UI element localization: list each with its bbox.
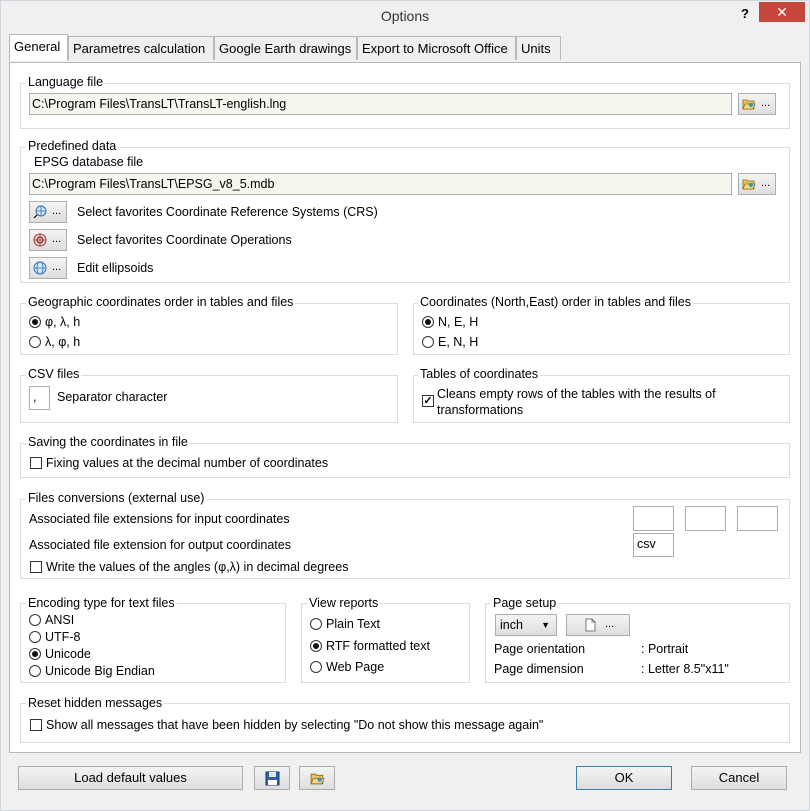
geo-order-opt2-label: λ, φ, h <box>45 335 81 349</box>
cancel-button[interactable]: Cancel <box>691 766 787 790</box>
report-rtf-label: RTF formatted text <box>326 639 430 653</box>
options-window: Options ? ✕ General Parametres calculati… <box>0 0 810 811</box>
close-button[interactable]: ✕ <box>759 2 805 22</box>
globe-ellipsoid-icon <box>33 261 47 275</box>
dimension-label: Page dimension <box>494 662 584 676</box>
encoding-unicode-be-radio[interactable] <box>29 665 41 677</box>
report-plain-text-radio[interactable] <box>310 618 322 630</box>
encoding-group-label: Encoding type for text files <box>26 596 177 610</box>
encoding-utf8-label: UTF-8 <box>45 630 81 644</box>
browse-dots: ... <box>605 618 615 630</box>
tab-general[interactable]: General <box>9 34 68 61</box>
globe-operations-icon <box>33 233 47 247</box>
load-default-values-button[interactable]: Load default values <box>18 766 243 790</box>
ne-order-neh-radio[interactable] <box>422 316 434 328</box>
encoding-ansi-label: ANSI <box>45 613 75 627</box>
encoding-unicode-label: Unicode <box>45 647 91 661</box>
report-web-page-label: Web Page <box>326 660 385 674</box>
open-button[interactable] <box>299 766 335 790</box>
input-extensions-label: Associated file extensions for input coo… <box>29 512 290 526</box>
show-all-messages-label: Show all messages that have been hidden … <box>46 718 544 732</box>
conversions-group-label: Files conversions (external use) <box>26 491 207 505</box>
operations-label: Select favorites Coordinate Operations <box>77 233 292 247</box>
general-panel: Language file C:\Program Files\TransLT\T… <box>9 62 801 753</box>
tables-group-label: Tables of coordinates <box>418 367 541 381</box>
ne-order-enh-radio[interactable] <box>422 336 434 348</box>
reports-group-label: View reports <box>307 596 381 610</box>
epsg-label: EPSG database file <box>34 155 144 169</box>
page-unit-value: inch <box>500 618 523 632</box>
encoding-unicode-radio[interactable] <box>29 648 41 660</box>
page-unit-select[interactable]: inch ▼ <box>495 614 557 636</box>
report-rtf-radio[interactable] <box>310 640 322 652</box>
separator-label: Separator character <box>57 390 168 404</box>
dimension-value: : Letter 8.5"x11" <box>641 662 729 676</box>
language-browse-button[interactable]: ... <box>738 93 776 115</box>
language-file-field[interactable]: C:\Program Files\TransLT\TransLT-english… <box>29 93 732 115</box>
input-extension-2[interactable] <box>685 506 726 531</box>
epsg-browse-button[interactable]: ... <box>738 173 776 195</box>
predefined-group-label: Predefined data <box>26 139 119 153</box>
report-plain-text-label: Plain Text <box>326 617 380 631</box>
tab-parametres-calculation[interactable]: Parametres calculation <box>68 36 214 60</box>
ellipsoids-button[interactable]: ... <box>29 257 67 279</box>
reset-group-label: Reset hidden messages <box>26 696 165 710</box>
save-button[interactable] <box>254 766 290 790</box>
browse-dots: ... <box>761 97 771 109</box>
geo-order-label: Geographic coordinates order in tables a… <box>26 295 296 309</box>
tab-google-earth-drawings[interactable]: Google Earth drawings <box>214 36 357 60</box>
input-extension-1[interactable] <box>633 506 674 531</box>
globe-crs-icon <box>33 205 47 219</box>
floppy-disk-icon <box>265 771 280 786</box>
output-extension-label: Associated file extension for output coo… <box>29 538 291 552</box>
language-group-label: Language file <box>26 75 106 89</box>
encoding-utf8-radio[interactable] <box>29 631 41 643</box>
clean-empty-rows-checkbox[interactable]: ✓ <box>422 395 434 407</box>
page-icon <box>585 618 596 632</box>
show-all-messages-checkbox[interactable] <box>30 719 42 731</box>
fixing-values-label: Fixing values at the decimal number of c… <box>46 456 329 470</box>
input-extension-3[interactable] <box>737 506 778 531</box>
separator-input[interactable]: , <box>29 386 50 410</box>
page-setup-label: Page setup <box>491 596 559 610</box>
page-setup-button[interactable]: ... <box>566 614 630 636</box>
crs-label: Select favorites Coordinate Reference Sy… <box>77 205 378 219</box>
clean-empty-rows-label-2: transformations <box>437 403 524 417</box>
ok-button[interactable]: OK <box>576 766 672 790</box>
ne-order-opt1-label: N, E, H <box>438 315 479 329</box>
ne-order-label: Coordinates (North,East) order in tables… <box>418 295 693 309</box>
clean-empty-rows-label-1: Cleans empty rows of the tables with the… <box>437 387 716 401</box>
chevron-down-icon: ▼ <box>541 620 550 630</box>
window-title: Options <box>380 8 430 24</box>
ne-order-opt2-label: E, N, H <box>438 335 479 349</box>
orientation-label: Page orientation <box>494 642 586 656</box>
ellipsoids-label: Edit ellipsoids <box>77 261 154 275</box>
help-button[interactable]: ? <box>735 6 755 24</box>
crs-button[interactable]: ... <box>29 201 67 223</box>
folder-open-icon <box>310 773 325 785</box>
csv-group-label: CSV files <box>26 367 82 381</box>
saving-group-label: Saving the coordinates in file <box>26 435 190 449</box>
report-web-page-radio[interactable] <box>310 661 322 673</box>
tab-units[interactable]: Units <box>516 36 561 60</box>
geo-order-phi-lambda-radio[interactable] <box>29 316 41 328</box>
geo-order-opt1-label: φ, λ, h <box>45 315 81 329</box>
folder-open-icon <box>742 179 756 190</box>
browse-dots: ... <box>761 177 771 189</box>
encoding-ansi-radio[interactable] <box>29 614 41 626</box>
output-extension-field[interactable]: csv <box>633 533 674 557</box>
encoding-unicode-be-label: Unicode Big Endian <box>45 664 155 678</box>
orientation-value: : Portrait <box>641 642 689 656</box>
folder-open-icon <box>742 99 756 110</box>
epsg-file-field[interactable]: C:\Program Files\TransLT\EPSG_v8_5.mdb <box>29 173 732 195</box>
fixing-values-checkbox[interactable] <box>30 457 42 469</box>
angles-decimal-checkbox[interactable] <box>30 561 42 573</box>
title-bar: Options ? ✕ <box>1 1 809 31</box>
tab-export-office[interactable]: Export to Microsoft Office <box>357 36 516 60</box>
angles-decimal-label: Write the values of the angles (φ,λ) in … <box>46 560 349 574</box>
operations-button[interactable]: ... <box>29 229 67 251</box>
geo-order-lambda-phi-radio[interactable] <box>29 336 41 348</box>
